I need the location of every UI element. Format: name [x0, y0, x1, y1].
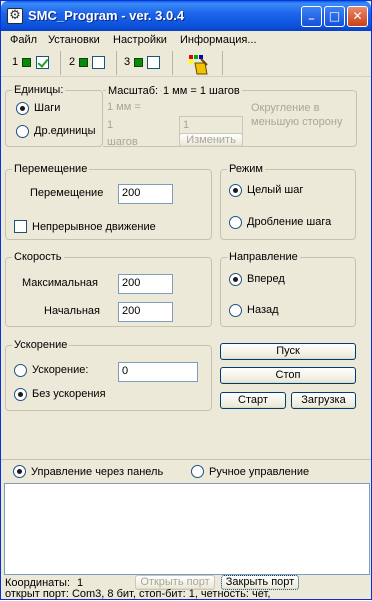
start-button[interactable]: Старт	[220, 392, 286, 409]
control-manual-radio[interactable]	[191, 465, 204, 478]
channel-number: 3	[124, 56, 131, 68]
stop-button[interactable]: Стоп	[220, 367, 356, 384]
channel-checkbox[interactable]	[92, 56, 105, 69]
mode-micro-radio[interactable]	[229, 216, 242, 229]
log-line: открыт порт: Com3, 8 бит, стоп-бит: 1, ч…	[5, 588, 271, 600]
accel-with-radio[interactable]	[14, 364, 27, 377]
change-button[interactable]: Изменить	[179, 133, 243, 147]
gear-icon: ⚙	[7, 8, 23, 24]
accel-without-radio[interactable]	[14, 388, 27, 401]
menu-setup[interactable]: Установки	[48, 34, 100, 46]
paint-tool-icon	[189, 55, 208, 75]
accel-without-label: Без ускорения	[32, 388, 106, 400]
channel-2: 2	[61, 51, 117, 75]
units-other-label: Др.единицы	[34, 125, 96, 137]
steps-word: шагов	[107, 136, 138, 148]
channel-checkbox[interactable]	[36, 56, 49, 69]
units-steps-radio[interactable]	[16, 102, 29, 115]
continuous-label: Непрерывное движение	[32, 221, 156, 233]
accel-with-label: Ускорение:	[32, 364, 89, 376]
speed-max-input[interactable]: 200	[118, 274, 173, 294]
mode-group: Режим Целый шаг Дробление шага	[220, 163, 356, 240]
load-button[interactable]: Загрузка	[291, 392, 356, 409]
toolbar: 1 2 3	[1, 49, 371, 77]
app-window: ⚙ SMC_Program - ver. 3.0.4 _ □ ✕ Файл Ус…	[0, 0, 372, 600]
menu-file[interactable]: Файл	[10, 34, 37, 46]
channel-indicator	[22, 58, 31, 67]
continuous-checkbox[interactable]	[14, 220, 27, 233]
channel-1: 1	[3, 51, 61, 75]
mm-line: 1 мм =	[107, 101, 141, 113]
channel-checkbox[interactable]	[147, 56, 160, 69]
channel-number: 1	[12, 56, 19, 68]
accel-title: Ускорение	[12, 339, 70, 351]
scale-label: Масштаб:	[106, 85, 161, 97]
control-manual-label: Ручное управление	[209, 466, 310, 478]
movement-group: Перемещение Перемещение 200 Непрерывное …	[5, 163, 212, 240]
minimize-icon: _	[308, 7, 315, 20]
speed-max-label: Максимальная	[22, 277, 98, 289]
window-title: SMC_Program - ver. 3.0.4	[28, 8, 185, 23]
speed-group: Скорость Максимальная 200 Начальная 200	[5, 251, 212, 327]
direction-forward-label: Вперед	[247, 273, 285, 285]
menu-bar: Файл Установки Настройки Информация...	[1, 31, 371, 49]
scale-group: Масштаб: 1 мм = 1 шагов 1 мм = 1 шагов 1…	[103, 85, 357, 148]
channel-indicator	[79, 58, 88, 67]
maximize-icon: □	[328, 9, 341, 23]
close-button[interactable]: ✕	[347, 6, 368, 27]
units-other-radio[interactable]	[16, 125, 29, 138]
units-group: Единицы: Шаги Др.единицы	[5, 84, 103, 147]
title-bar[interactable]: ⚙ SMC_Program - ver. 3.0.4 _ □ ✕	[1, 1, 371, 31]
channel-number: 2	[69, 56, 76, 68]
direction-title: Направление	[227, 251, 300, 263]
mode-full-label: Целый шаг	[247, 184, 304, 196]
direction-forward-radio[interactable]	[229, 273, 242, 286]
direction-group: Направление Вперед Назад	[220, 251, 356, 327]
log-area[interactable]	[4, 483, 370, 575]
status-bar: Координаты: 1 Открыть порт Закрыть порт …	[1, 575, 371, 601]
minimize-button[interactable]: _	[301, 6, 322, 27]
rounding-label[interactable]: Округление в меньшую сторону	[251, 101, 351, 129]
mode-title: Режим	[227, 163, 265, 175]
movement-label: Перемещение	[30, 187, 104, 199]
speed-start-label: Начальная	[44, 305, 100, 317]
control-panel-radio[interactable]	[13, 465, 26, 478]
run-button[interactable]: Пуск	[220, 343, 356, 360]
direction-back-label: Назад	[247, 304, 279, 316]
menu-settings[interactable]: Настройки	[113, 34, 167, 46]
channel-indicator	[134, 58, 143, 67]
maximize-button[interactable]: □	[324, 6, 345, 27]
speed-title: Скорость	[12, 251, 64, 263]
close-icon: ✕	[352, 9, 363, 23]
mode-micro-label: Дробление шага	[247, 216, 332, 228]
movement-input[interactable]: 200	[118, 184, 173, 204]
movement-title: Перемещение	[12, 163, 90, 175]
units-steps-label: Шаги	[34, 102, 61, 114]
control-panel-label: Управление через панель	[31, 466, 164, 478]
menu-info[interactable]: Информация...	[180, 34, 257, 46]
mm-one: 1	[107, 119, 114, 131]
units-label: Единицы:	[12, 84, 66, 96]
mode-full-radio[interactable]	[229, 184, 242, 197]
control-mode-strip: Управление через панель Ручное управлени…	[1, 459, 371, 483]
speed-start-input[interactable]: 200	[118, 302, 173, 322]
tool-button[interactable]	[173, 51, 223, 75]
accel-input[interactable]: 0	[118, 362, 198, 382]
scale-value: 1 мм = 1 шагов	[161, 85, 242, 97]
direction-back-radio[interactable]	[229, 304, 242, 317]
accel-group: Ускорение Ускорение: 0 Без ускорения	[5, 339, 212, 411]
channel-3: 3	[117, 51, 173, 75]
